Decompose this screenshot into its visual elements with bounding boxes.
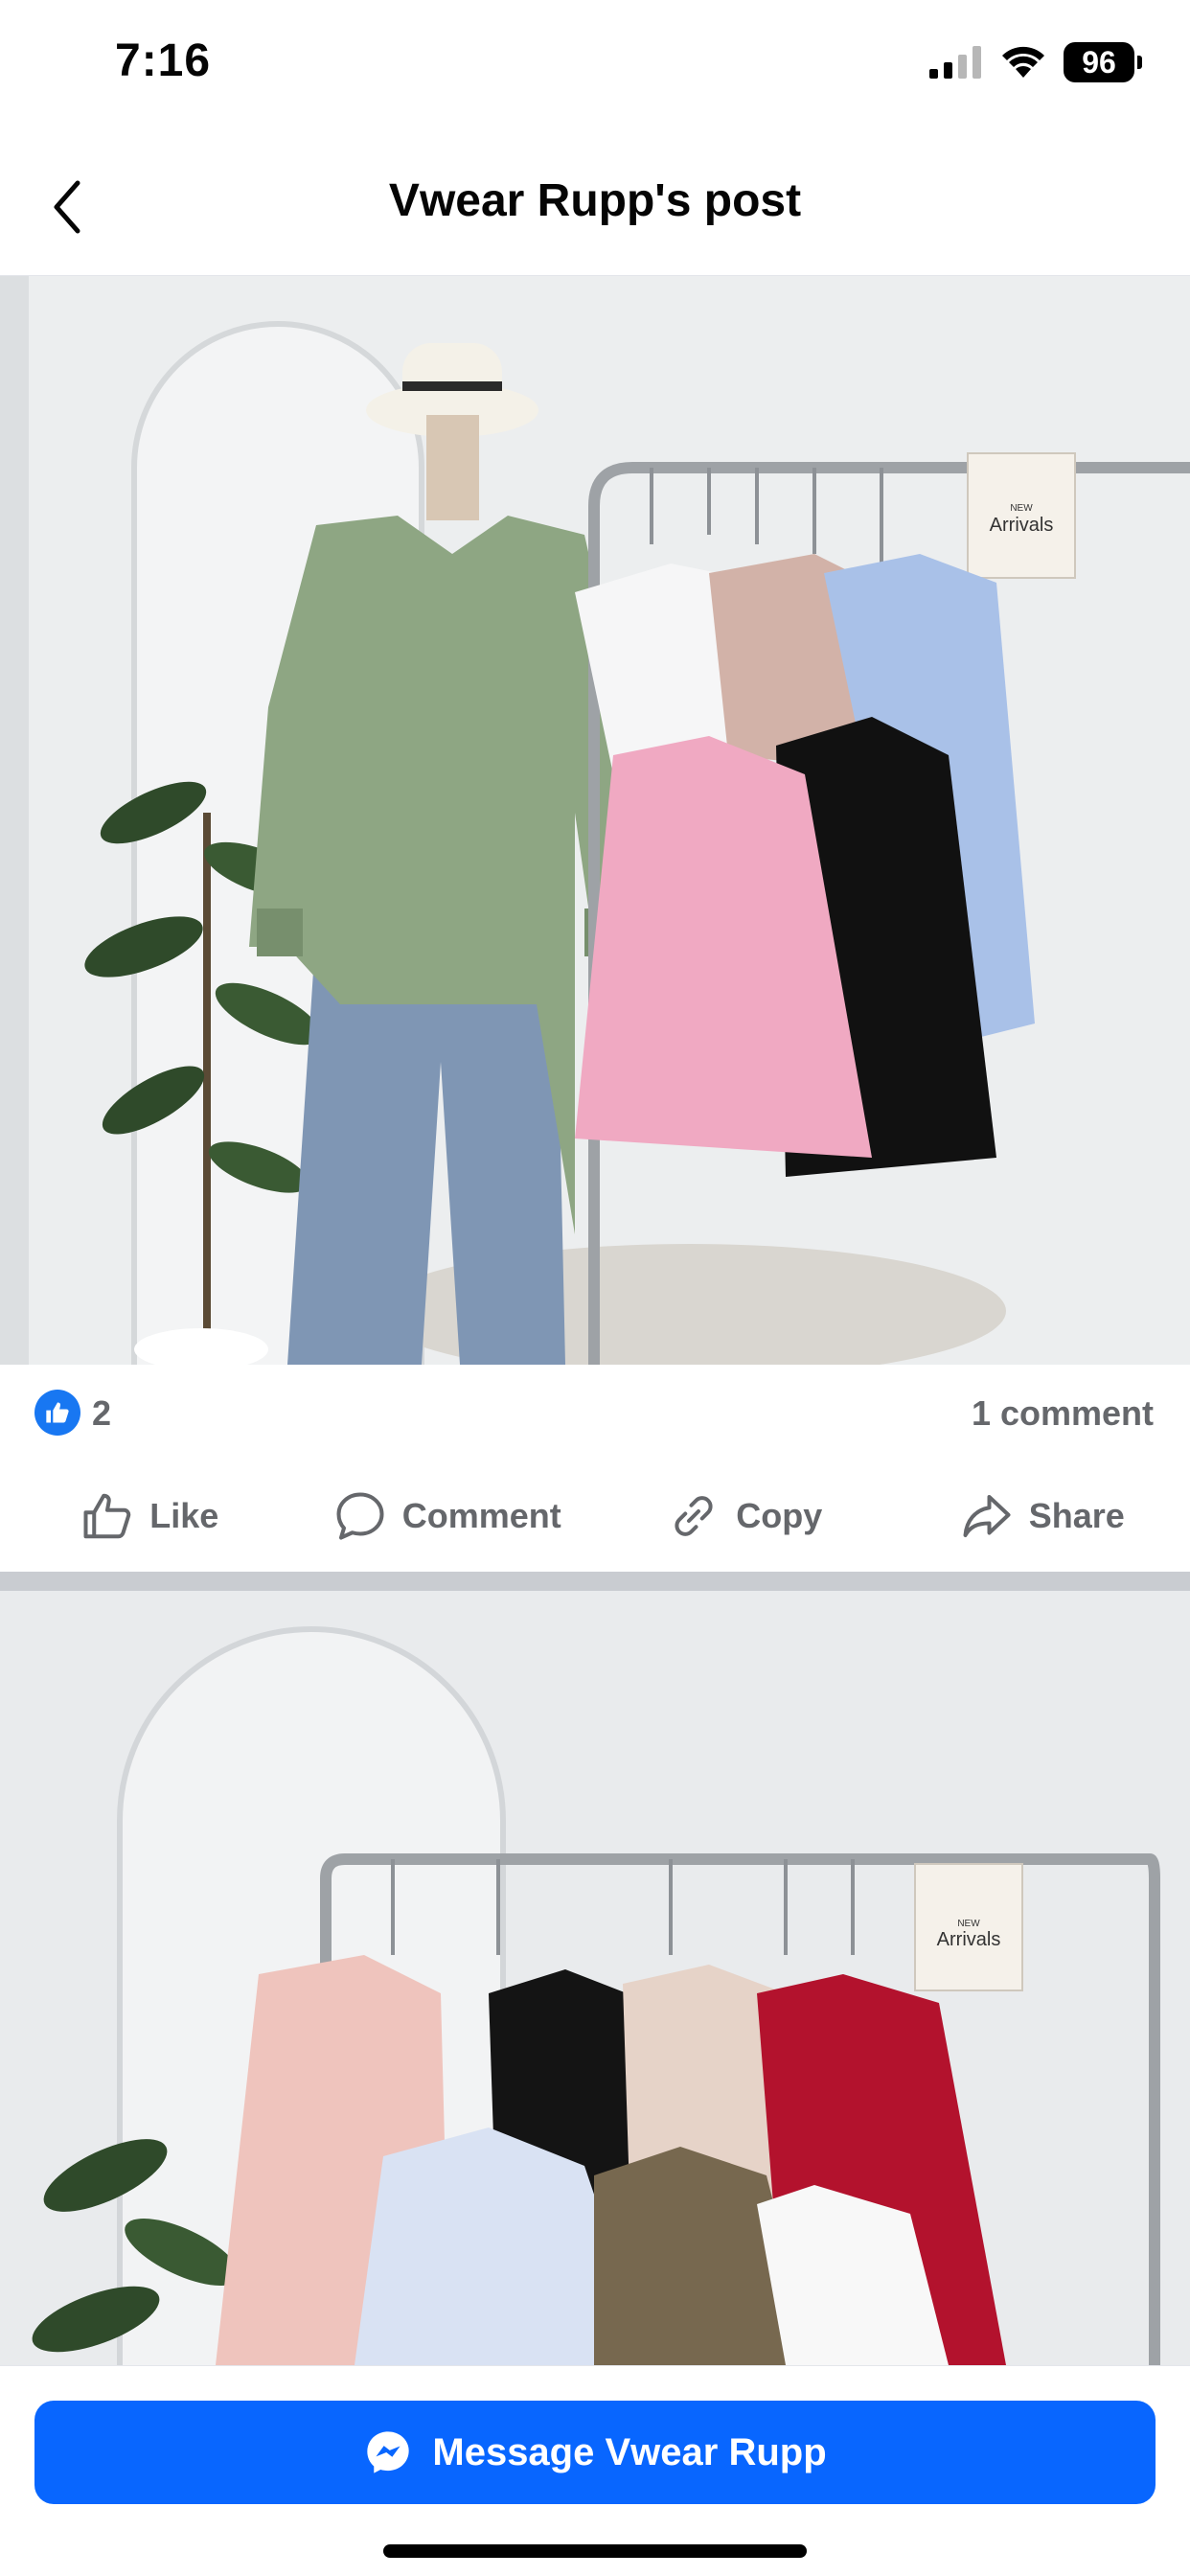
- clothing-rack-photo-1: NEW Arrivals: [0, 276, 1190, 1365]
- messenger-icon: [367, 2431, 410, 2473]
- status-time: 7:16: [115, 35, 212, 86]
- like-reaction-icon[interactable]: [34, 1390, 80, 1436]
- copy-button[interactable]: Copy: [595, 1460, 893, 1572]
- post-actions: Like Comment Copy Share: [0, 1460, 1190, 1572]
- clothing-rack-photo-2: NEW Arrivals: [0, 1591, 1190, 2365]
- sign-small-text: NEW: [957, 1919, 980, 1929]
- comment-button[interactable]: Comment: [298, 1460, 596, 1572]
- like-label: Like: [149, 1496, 219, 1535]
- battery-icon: 96: [1064, 42, 1142, 82]
- message-button[interactable]: Message Vwear Rupp: [34, 2401, 1156, 2504]
- sign-text: Arrivals: [990, 515, 1054, 536]
- status-icons: 96: [929, 42, 1142, 82]
- sign-small-text: NEW: [1010, 503, 1033, 514]
- header: Vwear Rupp's post: [0, 134, 1190, 276]
- wifi-icon: [1002, 46, 1044, 78]
- comment-label: Comment: [401, 1496, 561, 1535]
- comment-count[interactable]: 1 comment: [972, 1393, 1154, 1434]
- battery-level: 96: [1064, 42, 1134, 82]
- copy-label: Copy: [736, 1496, 823, 1535]
- share-button[interactable]: Share: [893, 1460, 1190, 1572]
- post-photo-1[interactable]: NEW Arrivals: [0, 276, 1190, 1365]
- sign-text: Arrivals: [937, 1929, 1001, 1950]
- message-button-label: Message Vwear Rupp: [432, 2430, 827, 2473]
- status-bar: 7:16 96: [0, 0, 1190, 134]
- reactions-row: 2 1 comment: [0, 1365, 1190, 1460]
- link-icon: [675, 1496, 713, 1536]
- signal-icon: [929, 46, 981, 79]
- home-indicator: [383, 2544, 807, 2558]
- share-label: Share: [1028, 1496, 1125, 1535]
- like-button[interactable]: Like: [0, 1460, 298, 1572]
- page-title: Vwear Rupp's post: [388, 175, 802, 226]
- bottom-bar: Message Vwear Rupp: [0, 2365, 1190, 2576]
- post-separator: [0, 1572, 1190, 1591]
- thumbs-up-icon: [83, 1493, 131, 1539]
- post-photo-2[interactable]: NEW Arrivals: [0, 1591, 1190, 2365]
- share-icon: [963, 1495, 1011, 1537]
- comment-icon: [336, 1492, 384, 1540]
- like-count[interactable]: 2: [92, 1393, 111, 1434]
